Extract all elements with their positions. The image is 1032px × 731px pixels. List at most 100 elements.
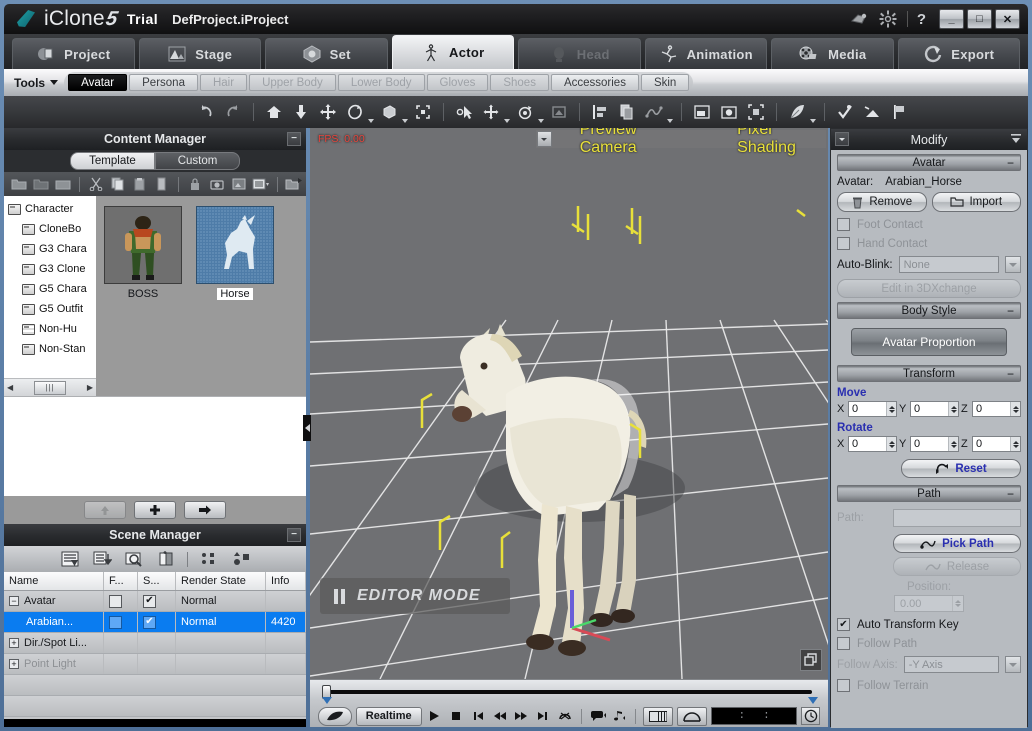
move-z-stepper[interactable]: [1010, 402, 1020, 416]
chevron-down-icon[interactable]: [504, 119, 510, 123]
sort-icon[interactable]: [91, 549, 113, 569]
tree-item-non-human[interactable]: Non-Hu: [4, 319, 96, 339]
auto-blink-value[interactable]: None: [898, 256, 999, 273]
arrange-icon[interactable]: [230, 549, 252, 569]
timecode-display[interactable]: : :: [711, 707, 798, 725]
minimize-button[interactable]: _: [939, 9, 964, 29]
new-folder-icon[interactable]: [9, 174, 29, 194]
table-row[interactable]: Arabian... Normal 4420: [4, 612, 306, 633]
chevron-down-icon[interactable]: [667, 119, 673, 123]
follow-axis-value[interactable]: -Y Axis: [903, 656, 999, 673]
scene-manager-minimize-button[interactable]: −: [287, 528, 301, 542]
tab-actor[interactable]: Actor: [391, 35, 514, 69]
tree-item-g5-outfit[interactable]: G5 Outfit: [4, 299, 96, 319]
timeline-range-end-marker[interactable]: [808, 697, 818, 704]
timeline-track[interactable]: [320, 685, 818, 699]
scroll-left-icon[interactable]: ◀: [7, 383, 13, 392]
camera-label[interactable]: Preview Camera: [580, 128, 687, 157]
filter-icon[interactable]: [59, 549, 81, 569]
tree-item-character[interactable]: Character: [4, 199, 96, 219]
auto-transform-key-row[interactable]: Auto Transform Key: [837, 618, 1021, 631]
paste-icon[interactable]: [130, 174, 150, 194]
tab-project[interactable]: Project: [12, 38, 135, 69]
cut-icon[interactable]: [86, 174, 106, 194]
follow-terrain-checkbox[interactable]: [837, 679, 850, 692]
hand-contact-row[interactable]: Hand Contact: [837, 237, 1021, 250]
table-row[interactable]: + Point Light: [4, 654, 306, 675]
rotate-y-input[interactable]: 0: [910, 436, 959, 452]
content-tab-template[interactable]: Template: [70, 152, 155, 170]
section-avatar[interactable]: Avatar −: [837, 154, 1021, 171]
select-all-icon[interactable]: [198, 549, 220, 569]
scale-icon[interactable]: [377, 100, 401, 124]
rotate-z-input[interactable]: 0: [972, 436, 1021, 452]
edit-in-3dxchange-button[interactable]: Edit in 3DXchange: [837, 279, 1021, 298]
timeline-button[interactable]: [643, 706, 674, 726]
realtime-button[interactable]: Realtime: [355, 706, 422, 726]
redo-icon[interactable]: [221, 100, 245, 124]
tree-item-clonebone[interactable]: CloneBo: [4, 219, 96, 239]
subtab-upper-body[interactable]: Upper Body: [249, 74, 336, 91]
content-manager-minimize-button[interactable]: −: [287, 132, 301, 146]
chevron-down-icon[interactable]: [538, 119, 544, 123]
follow-path-row[interactable]: Follow Path: [837, 637, 1021, 650]
maximize-button[interactable]: □: [967, 9, 992, 29]
loop-button[interactable]: [556, 707, 574, 726]
rotate-y-stepper[interactable]: [948, 437, 958, 451]
position-stepper[interactable]: [952, 596, 963, 611]
duplicate-icon[interactable]: [615, 100, 639, 124]
music-icon[interactable]: [610, 707, 628, 726]
prev-frame-button[interactable]: [491, 707, 509, 726]
select-icon[interactable]: [452, 100, 476, 124]
avatar-proportion-button[interactable]: Avatar Proportion: [851, 328, 1007, 356]
camera-icon[interactable]: [207, 174, 227, 194]
pick-key-icon[interactable]: [833, 100, 857, 124]
feather-icon[interactable]: [785, 100, 809, 124]
tree-item-g5-character[interactable]: G5 Chara: [4, 279, 96, 299]
lock-icon[interactable]: [185, 174, 205, 194]
next-frame-button[interactable]: [513, 707, 531, 726]
apply-button[interactable]: [184, 501, 226, 519]
copy-icon[interactable]: [108, 174, 128, 194]
last-frame-button[interactable]: [534, 707, 552, 726]
move-x-input[interactable]: 0: [848, 401, 897, 417]
freeze-checkbox[interactable]: [109, 615, 122, 629]
motion-path-icon[interactable]: [642, 100, 666, 124]
release-button[interactable]: Release: [893, 557, 1021, 576]
tab-set[interactable]: Set: [265, 38, 388, 69]
collapse-expander-icon[interactable]: −: [9, 596, 19, 606]
expand-expander-icon[interactable]: +: [9, 659, 19, 669]
rotate-x-input[interactable]: 0: [848, 436, 897, 452]
curve-button[interactable]: [677, 706, 708, 726]
stop-button[interactable]: [447, 707, 465, 726]
help-icon[interactable]: ?: [917, 11, 926, 28]
export-folder-icon[interactable]: [284, 174, 304, 194]
panel-menu-icon[interactable]: [835, 132, 849, 146]
subtab-accessories[interactable]: Accessories: [550, 74, 639, 91]
chevron-down-icon[interactable]: [402, 119, 408, 123]
subtab-gloves[interactable]: Gloves: [426, 74, 489, 91]
path-field-input[interactable]: [893, 509, 1021, 527]
chevron-down-icon[interactable]: [1005, 256, 1021, 273]
asset-item-horse[interactable]: Horse: [196, 206, 274, 396]
preview-window-icon[interactable]: [690, 100, 714, 124]
tree-item-g3-character[interactable]: G3 Chara: [4, 239, 96, 259]
copy-object-icon[interactable]: [155, 549, 177, 569]
import-button[interactable]: Import: [931, 192, 1021, 212]
section-path[interactable]: Path −: [837, 485, 1021, 502]
section-body-style[interactable]: Body Style −: [837, 302, 1021, 319]
follow-path-checkbox[interactable]: [837, 637, 850, 650]
subtab-shoes[interactable]: Shoes: [490, 74, 549, 91]
freeze-checkbox[interactable]: [109, 594, 122, 608]
scroll-right-icon[interactable]: ▶: [87, 383, 93, 392]
subtab-skin[interactable]: Skin: [640, 74, 690, 91]
table-row[interactable]: − Avatar Normal: [4, 591, 306, 612]
move-icon[interactable]: [316, 100, 340, 124]
tab-head[interactable]: Head: [518, 38, 641, 69]
undo-icon[interactable]: [194, 100, 218, 124]
list-view-icon[interactable]: [251, 174, 271, 194]
flag-icon[interactable]: [887, 100, 911, 124]
render-mode-button[interactable]: [318, 706, 352, 726]
fullscreen-icon[interactable]: [744, 100, 768, 124]
close-button[interactable]: ✕: [995, 9, 1020, 29]
